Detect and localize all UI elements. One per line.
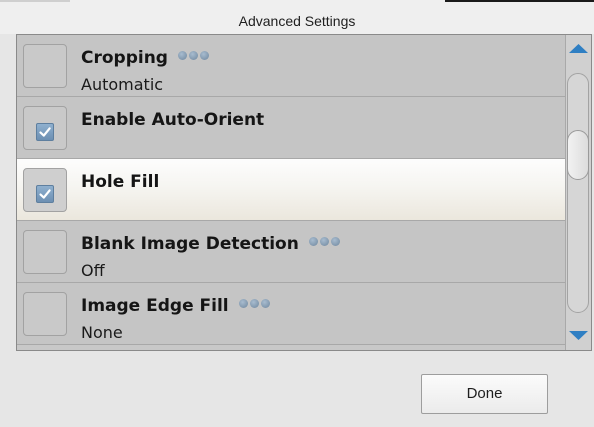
setting-row-enable-auto-orient[interactable]: Enable Auto-Orient xyxy=(17,97,565,159)
scrollbar-track[interactable] xyxy=(567,73,589,313)
more-options-icon[interactable] xyxy=(177,45,211,65)
setting-row-cropping[interactable]: Cropping Automatic xyxy=(17,35,565,97)
hole-fill-checkbox[interactable] xyxy=(23,168,67,212)
more-options-icon[interactable] xyxy=(308,231,342,251)
enable-auto-orient-checkbox[interactable] xyxy=(23,106,67,150)
setting-row-blank-image-detection[interactable]: Blank Image Detection Off xyxy=(17,221,565,283)
setting-value: Off xyxy=(81,261,105,280)
checkmark-icon xyxy=(36,185,54,203)
scroll-down-arrow-icon[interactable] xyxy=(566,322,591,348)
setting-title: Enable Auto-Orient xyxy=(81,110,264,130)
setting-title-text: Image Edge Fill xyxy=(81,296,229,316)
title-bar-edge-left xyxy=(0,0,70,2)
setting-title: Image Edge Fill xyxy=(81,296,272,316)
scrollbar-thumb[interactable] xyxy=(567,130,589,180)
settings-panel: Cropping Automatic Enable Auto-Orient Ho… xyxy=(16,34,592,351)
settings-list: Cropping Automatic Enable Auto-Orient Ho… xyxy=(17,35,565,350)
setting-title: Blank Image Detection xyxy=(81,234,342,254)
checkmark-icon xyxy=(36,123,54,141)
setting-value: None xyxy=(81,323,123,342)
cropping-checkbox[interactable] xyxy=(23,44,67,88)
window-title: Advanced Settings xyxy=(238,13,356,29)
more-options-icon[interactable] xyxy=(238,293,272,313)
setting-row-image-edge-fill[interactable]: Image Edge Fill None xyxy=(17,283,565,345)
setting-title-text: Blank Image Detection xyxy=(81,234,299,254)
scroll-up-arrow-icon[interactable] xyxy=(566,37,591,63)
image-edge-fill-checkbox[interactable] xyxy=(23,292,67,336)
setting-row-hole-fill[interactable]: Hole Fill xyxy=(17,159,565,221)
setting-title-text: Hole Fill xyxy=(81,172,160,192)
setting-title: Cropping xyxy=(81,48,211,68)
title-bar-edge-right xyxy=(445,0,594,2)
blank-image-detection-checkbox[interactable] xyxy=(23,230,67,274)
vertical-scrollbar[interactable] xyxy=(565,35,591,350)
setting-value: Automatic xyxy=(81,75,164,94)
setting-title: Hole Fill xyxy=(81,172,159,192)
title-bar: Advanced Settings xyxy=(0,0,594,34)
setting-title-text: Cropping xyxy=(81,48,168,68)
setting-title-text: Enable Auto-Orient xyxy=(81,110,265,130)
done-button[interactable]: Done xyxy=(421,374,548,414)
